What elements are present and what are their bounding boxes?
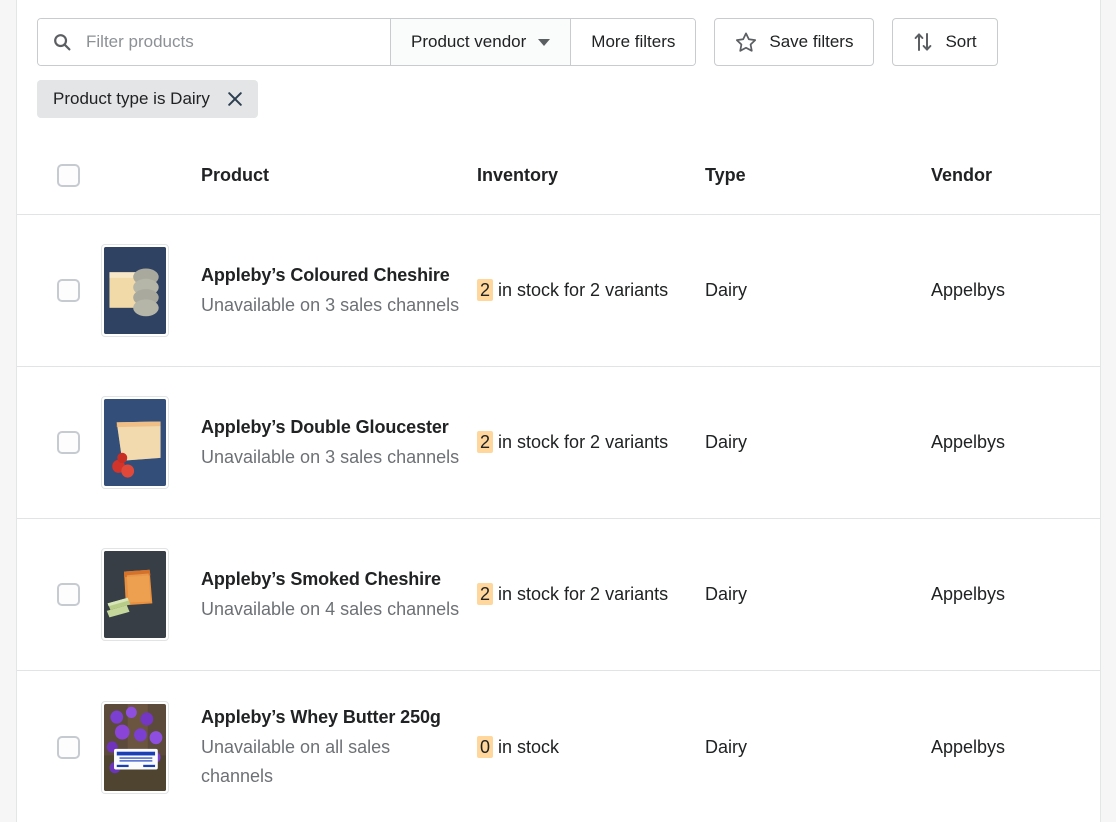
sort-button[interactable]: Sort	[892, 18, 998, 66]
save-filters-label: Save filters	[769, 32, 854, 51]
table-row[interactable]: Appleby’s Double Gloucester Unavailable …	[17, 367, 1100, 519]
product-vendor-filter-dropdown[interactable]: Product vendor	[390, 19, 571, 65]
star-icon	[735, 31, 757, 53]
search-input[interactable]	[86, 32, 376, 52]
inventory-status: 2 in stock for 2 variants	[477, 431, 668, 453]
products-page: Product vendor More filters Save filters	[0, 0, 1116, 822]
table-row[interactable]: Appleby’s Smoked Cheshire Unavailable on…	[17, 519, 1100, 671]
products-table: Product Inventory Type Vendor Appleby’s …	[17, 137, 1100, 822]
row-select-cell	[17, 735, 101, 759]
row-checkbox[interactable]	[56, 431, 80, 454]
coloured-cheshire-thumbnail	[101, 244, 169, 337]
column-header-type[interactable]: Type	[705, 165, 931, 186]
whey-butter-thumbnail	[101, 700, 169, 794]
table-header-row: Product Inventory Type Vendor	[17, 137, 1100, 215]
product-vendor-filter-label: Product vendor	[411, 32, 527, 51]
search-and-filter-group: Product vendor More filters	[37, 18, 697, 66]
product-title[interactable]: Appleby’s Smoked Cheshire	[201, 565, 465, 594]
row-product-cell: Appleby’s Double Gloucester Unavailable …	[201, 413, 477, 472]
row-product-cell: Appleby’s Whey But­ter 250g Unavailable …	[201, 703, 477, 791]
inventory-count-badge: 0	[477, 735, 494, 758]
row-thumbnail-cell	[101, 244, 201, 337]
row-inventory-cell: 2 in stock for 2 variants	[477, 428, 705, 457]
sort-label: Sort	[945, 32, 977, 51]
row-checkbox[interactable]	[56, 583, 80, 606]
select-all-checkbox[interactable]	[56, 164, 80, 187]
row-inventory-cell: 2 in stock for 2 variants	[477, 580, 705, 609]
filter-toolbar: Product vendor More filters Save filters	[37, 18, 998, 66]
applied-filters: Product type is Dairy	[37, 80, 258, 118]
inventory-text: in stock for 2 variants	[498, 584, 669, 604]
inventory-count-badge: 2	[477, 583, 494, 605]
row-vendor-cell: Appelbys	[931, 736, 1006, 757]
search-icon	[52, 32, 72, 52]
more-filters-button[interactable]: More filters	[570, 19, 696, 65]
row-type-cell: Dairy	[705, 736, 748, 757]
product-availability: Unavailable on all sales channels	[201, 737, 391, 786]
product-availability: Unavailable on 4 sales channels	[201, 599, 460, 619]
inventory-count-badge: 2	[477, 279, 494, 301]
row-inventory-cell: 0 in stock	[477, 733, 705, 762]
product-availability: Unavailable on 3 sales channels	[201, 295, 460, 315]
product-title[interactable]: Appleby’s Whey But­ter 250g	[201, 703, 465, 732]
row-select-cell	[17, 431, 101, 454]
table-row[interactable]: Appleby’s Coloured Cheshire Unavailable …	[17, 215, 1100, 367]
inventory-text: in stock	[498, 736, 560, 757]
products-card: Product vendor More filters Save filters	[16, 0, 1101, 822]
inventory-status: 2 in stock for 2 variants	[477, 583, 668, 605]
table-row[interactable]: Appleby’s Whey But­ter 250g Unavailable …	[17, 671, 1100, 822]
row-inventory-cell: 2 in stock for 2 variants	[477, 276, 705, 305]
row-vendor-cell: Appelbys	[931, 280, 1006, 300]
column-header-vendor[interactable]: Vendor	[931, 165, 1100, 186]
row-checkbox[interactable]	[56, 735, 80, 759]
row-product-cell: Appleby’s Smoked Cheshire Unavailable on…	[201, 565, 477, 624]
row-select-cell	[17, 583, 101, 606]
more-filters-label: More filters	[591, 32, 676, 51]
smoked-cheshire-thumbnail	[101, 548, 169, 641]
row-type-cell: Dairy	[705, 432, 748, 452]
row-type-cell: Dairy	[705, 584, 748, 604]
inventory-text: in stock for 2 variants	[498, 432, 669, 452]
inventory-count-badge: 2	[477, 431, 494, 453]
row-checkbox[interactable]	[56, 279, 80, 302]
product-title[interactable]: Appleby’s Double Gloucester	[201, 413, 465, 442]
row-thumbnail-cell	[101, 548, 201, 641]
inventory-status: 0 in stock	[477, 735, 560, 758]
row-thumbnail-cell	[101, 700, 201, 794]
sort-arrows-icon	[913, 31, 933, 53]
row-vendor-cell: Appelbys	[931, 432, 1006, 452]
search-field[interactable]	[38, 19, 390, 65]
row-vendor-cell: Appelbys	[931, 584, 1006, 604]
column-header-product[interactable]: Product	[201, 165, 477, 186]
inventory-text: in stock for 2 variants	[498, 280, 669, 300]
inventory-status: 2 in stock for 2 variants	[477, 279, 668, 301]
row-type-cell: Dairy	[705, 280, 748, 300]
close-icon[interactable]	[226, 90, 244, 108]
save-filters-button[interactable]: Save filters	[714, 18, 875, 66]
chevron-down-icon	[538, 38, 551, 46]
product-availability: Unavailable on 3 sales channels	[201, 447, 460, 467]
applied-filter-label: Product type is Dairy	[53, 89, 210, 108]
row-thumbnail-cell	[101, 396, 201, 489]
row-select-cell	[17, 279, 101, 302]
applied-filter-chip[interactable]: Product type is Dairy	[37, 80, 258, 118]
double-gloucester-thumbnail	[101, 396, 169, 489]
column-header-inventory[interactable]: Inventory	[477, 165, 705, 186]
row-product-cell: Appleby’s Coloured Cheshire Unavailable …	[201, 261, 477, 320]
select-all-cell	[17, 164, 101, 187]
product-title[interactable]: Appleby’s Coloured Cheshire	[201, 261, 465, 290]
